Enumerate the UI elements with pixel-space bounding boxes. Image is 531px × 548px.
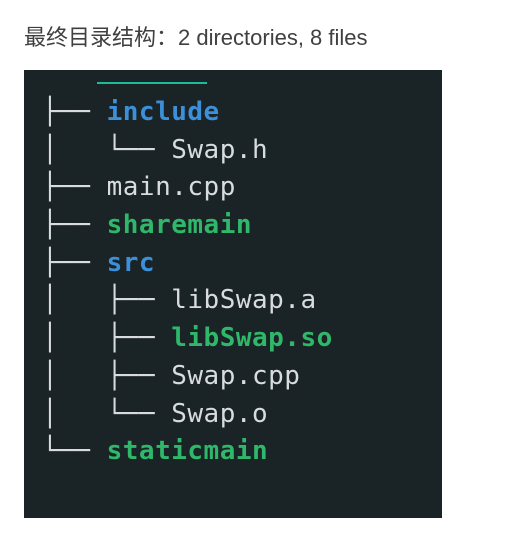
entry-swap-cpp: Swap.cpp [171, 361, 300, 391]
entry-src: src [107, 248, 155, 278]
branch-glyph: └── [42, 436, 107, 466]
entry-include: include [107, 97, 220, 127]
tree-row: ├── main.cpp [42, 169, 424, 207]
tree-row: │ └── Swap.h [42, 132, 424, 170]
tree-row: │ └── Swap.o [42, 396, 424, 434]
entry-libswap-so: libSwap.so [171, 323, 333, 353]
entry-main-cpp: main.cpp [107, 172, 236, 202]
tree-row: │ ├── Swap.cpp [42, 358, 424, 396]
branch-glyph: ├── [42, 210, 107, 240]
tree-row: │ ├── libSwap.a [42, 282, 424, 320]
tree-row: ├── src [42, 245, 424, 283]
branch-glyph: │ ├── [42, 361, 171, 391]
tree-row: │ ├── libSwap.so [42, 320, 424, 358]
top-decoration [42, 84, 424, 88]
entry-swap-h: Swap.h [171, 135, 268, 165]
branch-glyph: │ └── [42, 135, 171, 165]
page-heading: 最终目录结构：2 directories, 8 files [24, 20, 507, 52]
entry-libswap-a: libSwap.a [171, 285, 316, 315]
branch-glyph: ├── [42, 97, 107, 127]
branch-glyph: │ ├── [42, 285, 171, 315]
tree-row: └── staticmain [42, 433, 424, 471]
branch-glyph: ├── [42, 248, 107, 278]
entry-staticmain: staticmain [107, 436, 269, 466]
entry-swap-o: Swap.o [171, 399, 268, 429]
tree-row: ├── include [42, 94, 424, 132]
branch-glyph: │ └── [42, 399, 171, 429]
branch-glyph: │ ├── [42, 323, 171, 353]
tree-row: ├── sharemain [42, 207, 424, 245]
tree-output: ├── include │ └── Swap.h ├── main.cpp ├─… [24, 70, 442, 518]
branch-glyph: ├── [42, 172, 107, 202]
entry-sharemain: sharemain [107, 210, 252, 240]
